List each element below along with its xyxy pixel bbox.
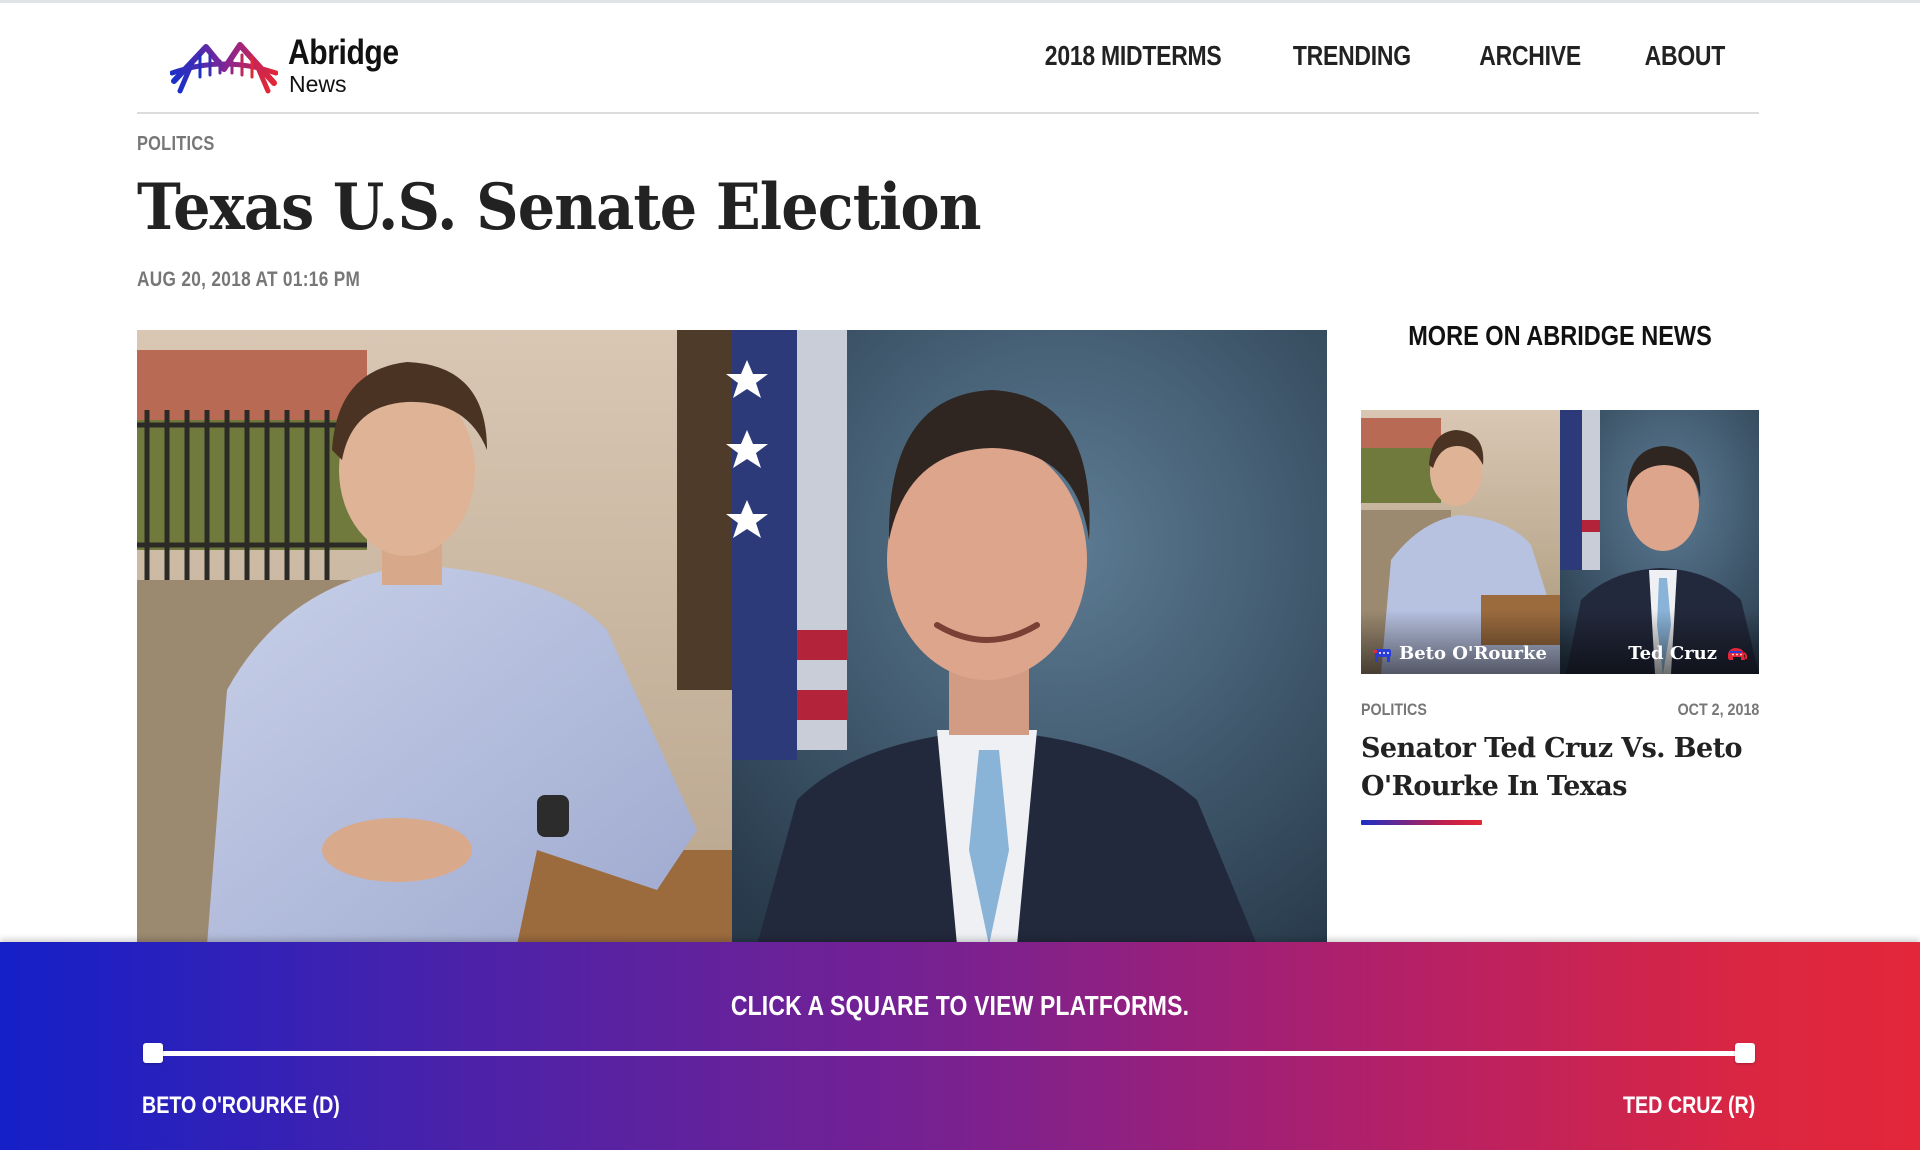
related-article-title[interactable]: Senator Ted Cruz Vs. Beto O'Rourke In Te… [1361,730,1759,806]
article-dateline: AUG 20, 2018 AT 01:16 PM [137,268,361,291]
republican-elephant-icon [1727,647,1747,660]
platform-instruction: CLICK A SQUARE TO VIEW PLATFORMS. [730,990,1190,1021]
platform-slider-track [153,1051,1745,1056]
related-article-meta: POLITICS OCT 2, 2018 [1361,700,1759,724]
site-logo[interactable]: Abridge News [170,33,410,97]
left-caption-text: Beto O'Rourke [1399,643,1547,664]
related-article-category[interactable]: POLITICS [1361,700,1427,720]
bridge-logo-icon [170,42,278,94]
related-article-underline [1361,820,1482,825]
right-caption: Ted Cruz [1628,643,1747,664]
article-category[interactable]: POLITICS [137,133,215,156]
ted-cruz-square[interactable] [1735,1043,1755,1063]
related-article-date: OCT 2, 2018 [1677,700,1759,719]
democrat-donkey-icon [1373,648,1391,662]
platform-bar: CLICK A SQUARE TO VIEW PLATFORMS. BETO O… [0,942,1920,1150]
sidebar-heading: MORE ON ABRIDGE NEWS [1408,320,1712,351]
nav-item-trending[interactable]: TRENDING [1293,40,1411,72]
left-caption: Beto O'Rourke [1373,643,1547,664]
nav-item-archive[interactable]: ARCHIVE [1479,40,1581,72]
candidate-label-right: TED CRUZ (R) [1622,1092,1755,1119]
main-nav: 2018 MIDTERMS TRENDING ARCHIVE ABOUT [1006,40,1725,72]
related-article-image[interactable]: Beto O'Rourke Ted Cruz [1361,410,1759,674]
hero-image [137,330,1327,945]
right-caption-text: Ted Cruz [1628,643,1717,664]
logo-subtitle: News [289,71,347,97]
logo-title: Abridge [288,33,399,72]
nav-item-about[interactable]: ABOUT [1645,40,1726,72]
article-title: Texas U.S. Senate Election [137,170,982,245]
site-header: Abridge News 2018 MIDTERMS TRENDING ARCH… [137,3,1759,114]
nav-item-2018-midterms[interactable]: 2018 MIDTERMS [1044,40,1221,72]
beto-orourke-square[interactable] [143,1043,163,1063]
sidebar: MORE ON ABRIDGE NEWS Beto O'Rourke Ted C… [1361,320,1759,825]
ted-cruz-photo [726,330,1327,945]
beto-orourke-photo [137,330,732,945]
candidate-label-left: BETO O'ROURKE (D) [142,1092,340,1119]
